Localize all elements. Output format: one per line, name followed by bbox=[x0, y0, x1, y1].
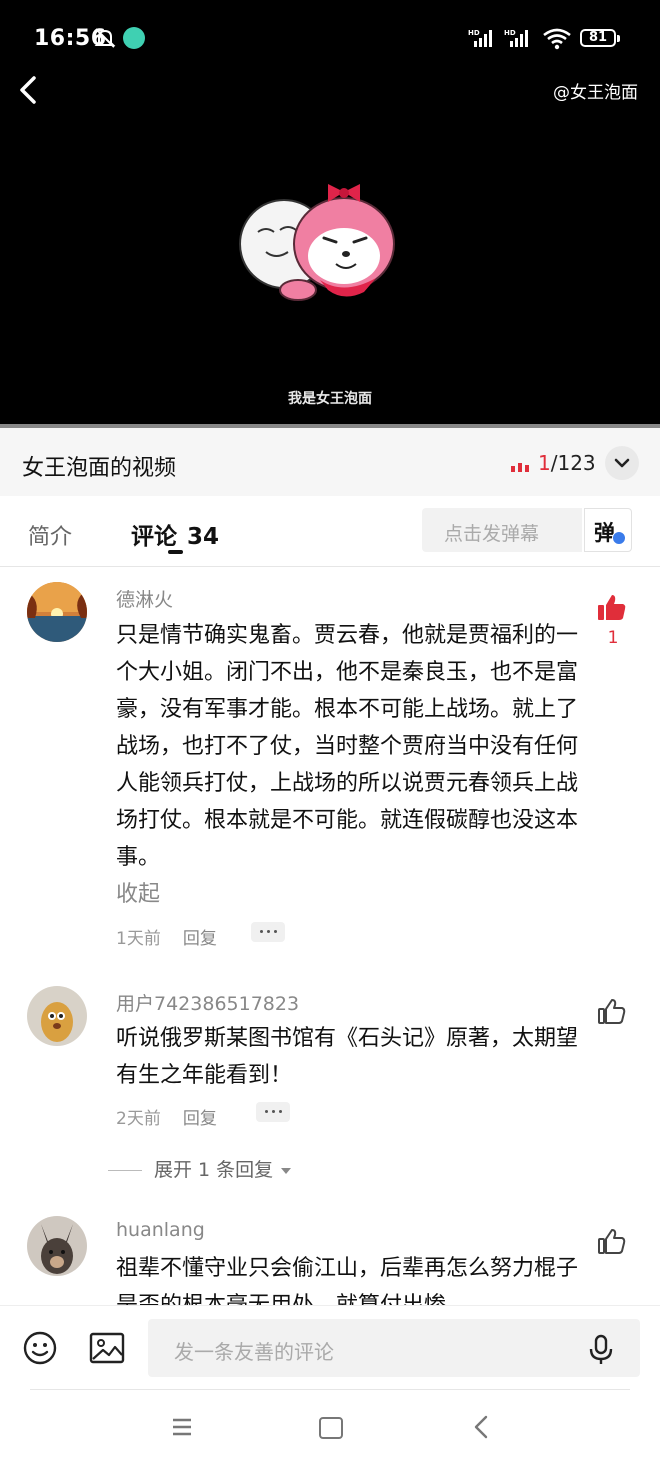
avatar-sunset-image bbox=[27, 582, 87, 642]
comment-meta: 1天前 回复 bbox=[116, 924, 217, 949]
more-options-button[interactable] bbox=[256, 1102, 290, 1122]
author-tag[interactable]: @女王泡面 bbox=[553, 78, 638, 103]
playlist-current: 1 bbox=[538, 451, 551, 475]
comment-username[interactable]: huanlang bbox=[116, 1219, 205, 1241]
tab-comments[interactable]: 评论 34 bbox=[131, 517, 219, 551]
playlist-total: /123 bbox=[550, 451, 596, 475]
danmu-toggle-label: 弹 bbox=[594, 521, 615, 545]
comment-time: 2天前 bbox=[116, 1109, 161, 1129]
tab-comments-label: 评论 bbox=[131, 524, 177, 550]
comment-text: 祖辈不懂守业只会偷江山，后辈再怎么努力棍子是歪的根本毫无用处，就算付出惨 bbox=[116, 1256, 579, 1305]
video-subtitle: 我是女王泡面 bbox=[288, 391, 372, 407]
divider-line bbox=[108, 1170, 142, 1171]
hd-signal-icon: HD bbox=[468, 29, 492, 47]
home-icon[interactable] bbox=[319, 1417, 343, 1439]
thumbs-up-icon[interactable] bbox=[596, 1226, 628, 1258]
playlist-dropdown-button[interactable] bbox=[605, 446, 639, 480]
avatar-dog-image bbox=[27, 1216, 87, 1276]
caret-down-icon bbox=[281, 1167, 292, 1174]
comment-text: 只是情节确实鬼畜。贾云春，他就是贾福利的一个大小姐。闭门不出，他不是秦良玉，也不… bbox=[116, 617, 586, 913]
comment-body: 只是情节确实鬼畜。贾云春，他就是贾福利的一个大小姐。闭门不出，他不是秦良玉，也不… bbox=[116, 623, 579, 870]
more-options-button[interactable] bbox=[251, 922, 285, 942]
content-tabs: 简介 评论 34 点击发弹幕 弹 bbox=[0, 496, 660, 567]
reply-button[interactable]: 回复 bbox=[183, 929, 217, 949]
playlist-bars-icon bbox=[511, 463, 529, 472]
expand-replies-link[interactable]: 展开 1 条回复 bbox=[108, 1155, 292, 1182]
back-icon[interactable] bbox=[473, 1415, 489, 1439]
tab-comments-count: 34 bbox=[187, 524, 220, 550]
thumbs-up-filled-icon[interactable] bbox=[596, 592, 628, 624]
avatar[interactable] bbox=[27, 582, 87, 642]
comment-text: 听说俄罗斯某图书馆有《石头记》原著，太期望有生之年能看到！ bbox=[116, 1026, 579, 1088]
avatar[interactable] bbox=[27, 986, 87, 1046]
svg-text:HD: HD bbox=[468, 29, 480, 37]
system-nav-bar bbox=[0, 1389, 660, 1467]
expand-replies-label: 展开 1 条回复 bbox=[154, 1159, 274, 1181]
battery-icon: 81 bbox=[580, 29, 620, 47]
like-count: 1 bbox=[607, 628, 619, 648]
video-title-bar: 女王泡面的视频 1/123 bbox=[0, 428, 660, 496]
emoji-icon[interactable] bbox=[22, 1330, 58, 1366]
collapse-link[interactable]: 收起 bbox=[116, 882, 160, 907]
comment-input-bar: 发一条友善的评论 bbox=[0, 1305, 660, 1390]
svg-text:HD: HD bbox=[504, 29, 516, 37]
mute-bell-icon bbox=[94, 28, 116, 48]
tab-active-indicator bbox=[168, 550, 183, 554]
comment-username[interactable]: 德淋火 bbox=[116, 585, 173, 612]
hd-signal-icon: HD bbox=[504, 29, 528, 47]
video-player[interactable]: 16:56 HD HD 81 @女王泡面 我是女王泡面 bbox=[0, 0, 660, 428]
comment-meta: 2天前 回复 bbox=[116, 1104, 217, 1129]
avatar[interactable] bbox=[27, 1216, 87, 1276]
danmu-toggle-button[interactable]: 弹 bbox=[584, 508, 632, 552]
danmu-placeholder: 点击发弹幕 bbox=[444, 523, 540, 545]
wifi-icon bbox=[543, 28, 571, 50]
back-arrow-icon[interactable] bbox=[14, 72, 44, 108]
app-notification-icon bbox=[123, 27, 145, 49]
reply-button[interactable]: 回复 bbox=[183, 1109, 217, 1129]
nav-divider bbox=[30, 1389, 630, 1390]
avatar-cartoon-image bbox=[27, 986, 87, 1046]
tab-intro[interactable]: 简介 bbox=[28, 519, 72, 551]
video-frame-sticker bbox=[239, 184, 395, 301]
comment-time: 1天前 bbox=[116, 929, 161, 949]
chevron-down-icon bbox=[614, 458, 630, 468]
menu-icon[interactable] bbox=[172, 1418, 192, 1436]
video-title: 女王泡面的视频 bbox=[22, 456, 177, 481]
danmu-input[interactable]: 点击发弹幕 bbox=[422, 508, 582, 552]
danmu-check-icon bbox=[612, 531, 626, 545]
playlist-position: 1/123 bbox=[538, 451, 596, 475]
status-bar: 16:56 HD HD 81 bbox=[0, 0, 660, 78]
image-icon[interactable] bbox=[89, 1331, 125, 1365]
comment-input[interactable]: 发一条友善的评论 bbox=[148, 1319, 640, 1377]
microphone-icon[interactable] bbox=[588, 1334, 614, 1366]
thumbs-up-icon[interactable] bbox=[596, 996, 628, 1028]
comment-username[interactable]: 用户742386517823 bbox=[116, 989, 299, 1016]
comment-placeholder: 发一条友善的评论 bbox=[174, 1340, 334, 1364]
